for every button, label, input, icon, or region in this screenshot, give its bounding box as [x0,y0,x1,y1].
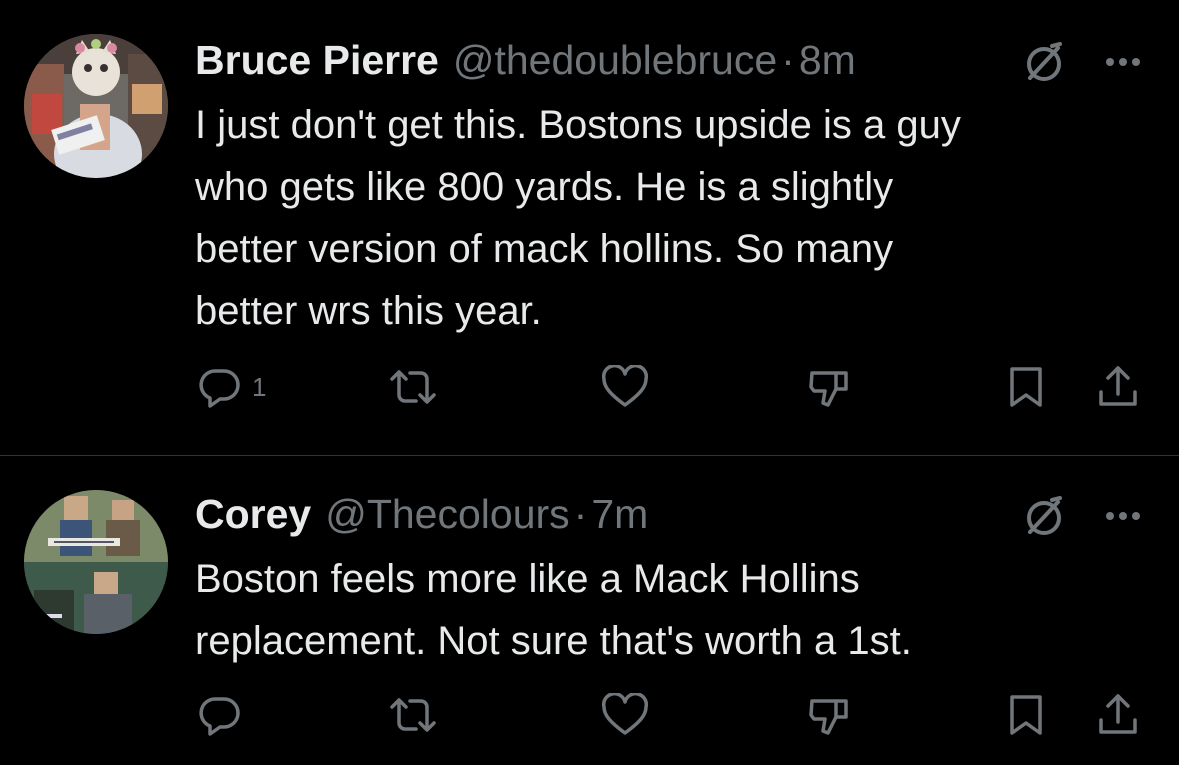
bookmark-button[interactable] [1006,690,1046,740]
like-button[interactable] [600,690,650,740]
reply-icon [198,365,242,409]
tweet[interactable]: Bruce Pierre @thedoublebruce · 8m I just… [0,0,1179,455]
tweet-text: Boston feels more like a Mack Hollins re… [195,548,1145,672]
retweet-icon [388,365,438,409]
like-icon [600,365,650,409]
timestamp[interactable]: 7m [591,486,648,542]
dislike-icon [806,693,852,737]
bookmark-icon [1006,693,1046,737]
tweet-text-line: who gets like 800 yards. He is a slightl… [195,165,894,209]
share-button[interactable] [1096,362,1140,412]
bookmark-button[interactable] [1006,362,1046,412]
more-options-icon[interactable] [1098,42,1148,82]
tweet-text-line: better version of mack hollins. So many [195,227,894,271]
retweet-button[interactable] [388,362,438,412]
separator-dot: · [573,491,588,537]
dislike-button[interactable] [806,362,852,412]
reply-count: 1 [252,371,267,402]
retweet-icon [388,693,438,737]
tweet-text-line: replacement. Not sure that's worth a 1st… [195,619,912,663]
dislike-button[interactable] [806,690,852,740]
share-button[interactable] [1096,690,1140,740]
bookmark-icon [1006,365,1046,409]
display-name[interactable]: Bruce Pierre [195,32,439,88]
tweet-text: I just don't get this. Bostons upside is… [195,94,1145,342]
action-bar [0,690,1179,740]
reply-icon [198,693,242,737]
share-icon [1096,692,1140,738]
display-name[interactable]: Corey [195,486,311,542]
reply-button[interactable]: 1 [198,362,266,412]
timestamp[interactable]: 8m [799,32,856,88]
tweet-text-line: Boston feels more like a Mack Hollins [195,557,860,601]
more-options-icon[interactable] [1098,496,1148,536]
avatar[interactable] [24,490,168,634]
tweet-text-line: I just don't get this. Bostons upside is… [195,103,961,147]
tweet-header: Bruce Pierre @thedoublebruce · 8m [195,32,856,88]
like-button[interactable] [600,362,650,412]
like-icon [600,693,650,737]
grok-icon[interactable] [1022,494,1066,538]
dislike-icon [806,365,852,409]
action-bar: 1 [0,362,1179,412]
grok-icon[interactable] [1022,40,1066,84]
avatar[interactable] [24,34,168,178]
separator-dot: · [781,37,795,83]
user-handle[interactable]: @thedoublebruce [453,32,777,88]
user-handle[interactable]: @Thecolours [325,486,569,542]
tweet[interactable]: Corey @Thecolours · 7m Boston feels more… [0,456,1179,765]
share-icon [1096,364,1140,410]
reply-button[interactable] [198,690,252,740]
retweet-button[interactable] [388,690,438,740]
tweet-text-line: better wrs this year. [195,289,542,333]
tweet-header: Corey @Thecolours · 7m [195,486,648,542]
